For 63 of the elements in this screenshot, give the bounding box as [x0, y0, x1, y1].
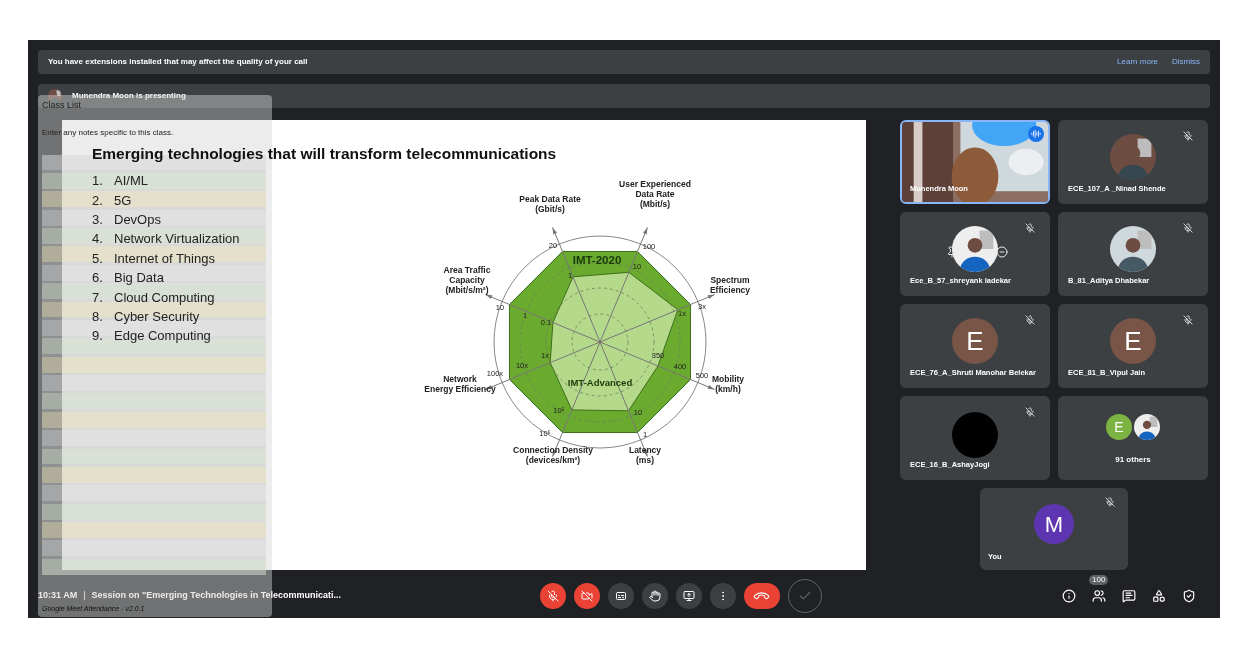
notes-field[interactable]: Enter any notes specific to this class.	[42, 126, 268, 139]
inner-region-label: IMT-Advanced	[567, 377, 633, 388]
meeting-title: Session on "Emerging Technologies in Telecommunicati...	[91, 589, 342, 603]
avatar: E	[1106, 414, 1132, 440]
axis-label: Latency (ms)	[628, 445, 662, 465]
axis-label: Area Traffic Capacity (Mbit/s/m²)	[443, 265, 491, 295]
remove-icon[interactable]	[996, 246, 1008, 258]
avatar: M	[1034, 504, 1074, 544]
list-number: 4.	[92, 230, 104, 249]
list-number: 8.	[92, 307, 104, 326]
outer-region-label: IMT-2020	[572, 254, 622, 266]
avatar: E	[1110, 318, 1156, 364]
participant-count: 91 others	[1114, 454, 1152, 466]
chat-icon	[1122, 589, 1136, 603]
list-item: Big Data	[114, 269, 164, 288]
avatar	[952, 412, 998, 458]
list-number: 7.	[92, 288, 104, 307]
check-icon	[797, 589, 812, 603]
list-item: Edge Computing	[114, 327, 211, 346]
list-item: AI/ML	[114, 172, 148, 191]
participant-count-badge: 100	[1089, 575, 1109, 585]
present-screen-icon	[682, 590, 695, 602]
info-icon	[1062, 589, 1076, 603]
pin-icon[interactable]	[946, 246, 958, 258]
class-list-dropdown[interactable]: Class List	[42, 99, 268, 113]
shapes-icon	[1152, 589, 1166, 603]
axis-label: User Experienced Data Rate (Mbit/s)	[619, 179, 691, 209]
participant-tile[interactable]: E 91 others	[1058, 396, 1208, 480]
list-number: 6.	[92, 269, 104, 288]
captions-icon	[614, 590, 627, 602]
list-number: 2.	[92, 191, 104, 210]
list-number: 9.	[92, 327, 104, 346]
list-number: 5.	[92, 249, 104, 268]
banner-text: You have extensions installed that may affect the quality of your call	[48, 56, 308, 68]
axis-label: Connection Density (devices/km²)	[513, 445, 593, 465]
banner-link[interactable]: Learn more	[1117, 56, 1158, 68]
separator: |	[83, 589, 86, 603]
list-number: 1.	[92, 172, 104, 191]
present-button[interactable]	[675, 583, 702, 609]
camera-button[interactable]	[573, 583, 600, 609]
list-item: DevOps	[114, 211, 161, 229]
people-icon	[1092, 589, 1106, 603]
list-item: Cloud Computing	[114, 288, 215, 307]
banner-link[interactable]: Dismiss	[1172, 56, 1200, 68]
axis-label: Spectrum Efficiency	[709, 275, 751, 295]
mic-button[interactable]	[539, 583, 566, 609]
list-item: 5G	[114, 191, 132, 210]
list-number: 3.	[92, 211, 104, 229]
end-call-button[interactable]	[743, 583, 780, 609]
list-item: Internet of Things	[114, 249, 215, 268]
axis-label: Peak Data Rate (Gbit/s)	[519, 194, 581, 214]
mic-off-icon	[546, 590, 559, 602]
avatar: E	[952, 318, 998, 364]
hand-icon	[648, 590, 661, 602]
meeting-time: 10:31 AM	[38, 589, 78, 603]
list-item: Network Virtualization	[114, 230, 240, 249]
axis-label: Mobility (km/h)	[711, 374, 745, 394]
raise-hand-button[interactable]	[641, 583, 668, 609]
camera-off-icon	[580, 590, 593, 602]
shield-icon	[1182, 589, 1196, 603]
captions-button[interactable]	[607, 583, 634, 609]
list-item: Cyber Security	[114, 307, 200, 326]
slide-title: Emerging technologies that will transform telecommunications	[92, 144, 558, 164]
